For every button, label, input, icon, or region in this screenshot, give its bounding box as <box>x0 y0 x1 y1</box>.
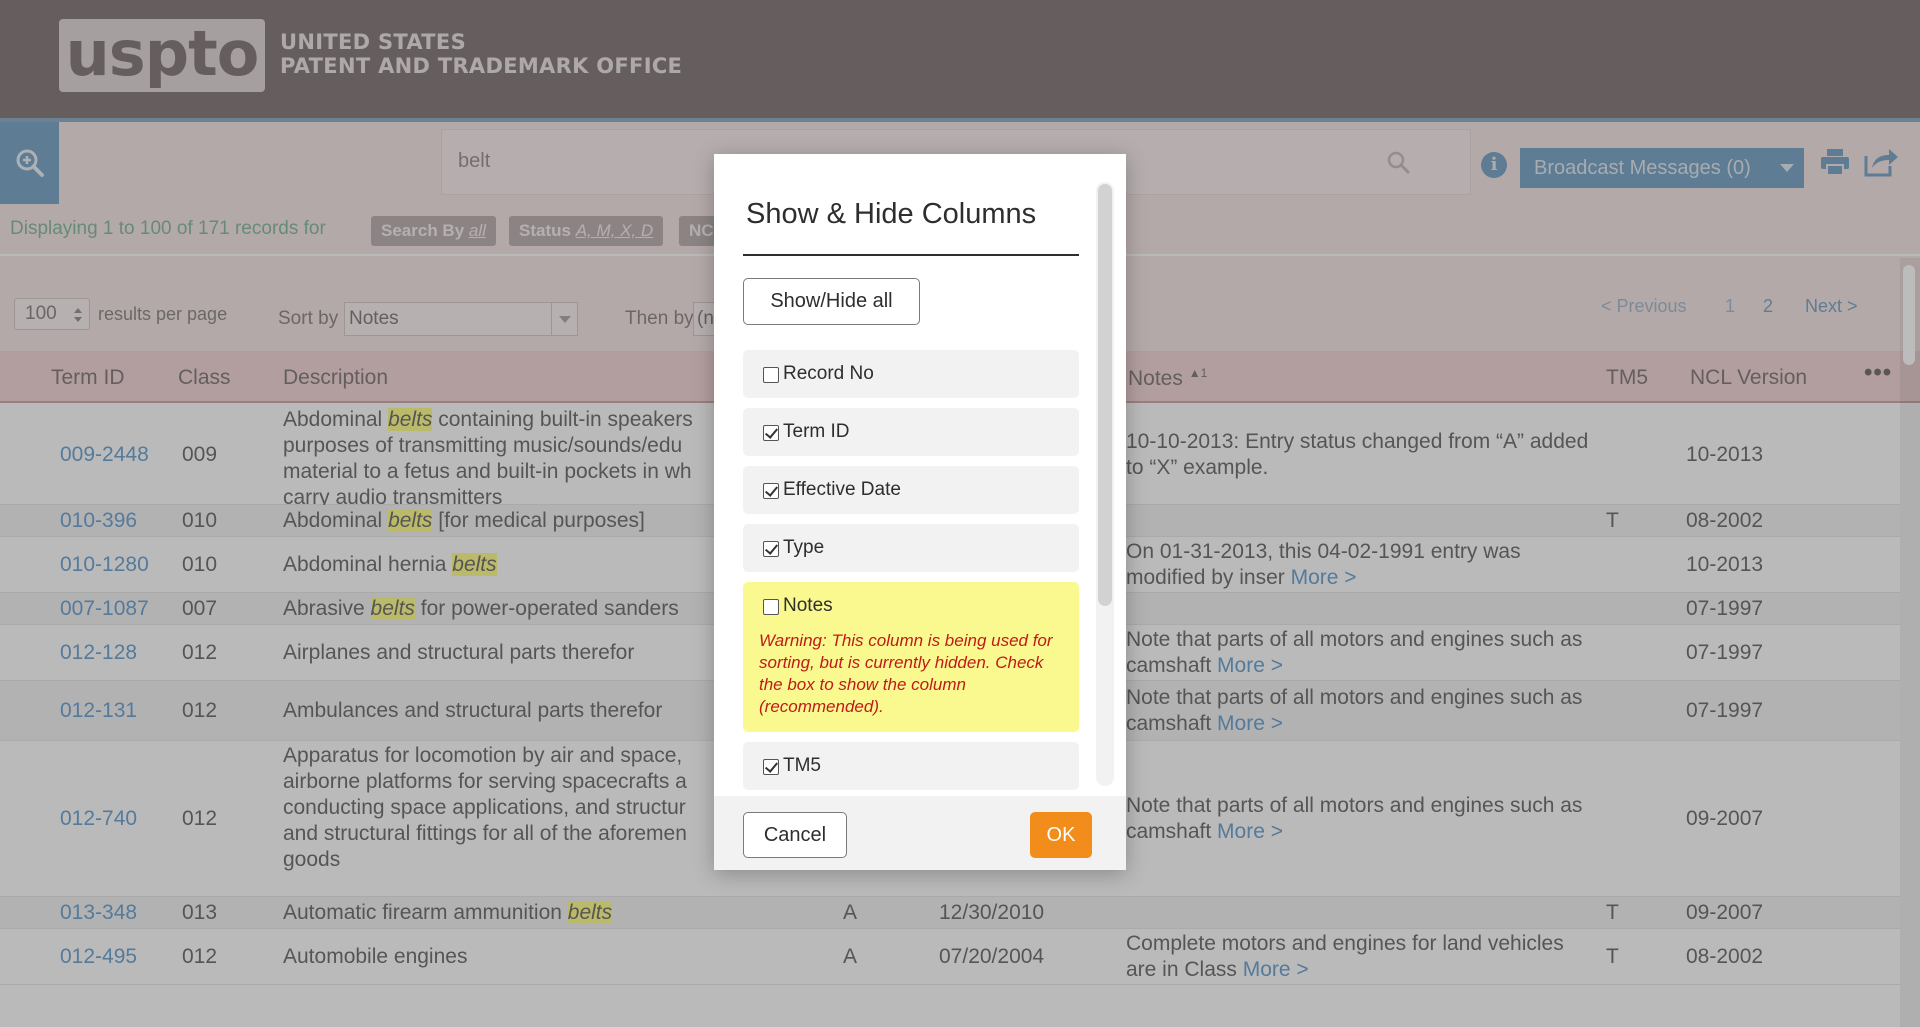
column-option-notes[interactable]: Notes Warning: This column is being used… <box>743 582 1079 732</box>
dialog-footer: Cancel OK <box>714 796 1126 870</box>
cancel-button[interactable]: Cancel <box>743 812 847 858</box>
checkbox[interactable] <box>763 759 779 775</box>
ok-button[interactable]: OK <box>1030 812 1092 858</box>
column-option-label: Notes <box>783 595 833 616</box>
checkbox[interactable] <box>763 425 779 441</box>
show-hide-all-button[interactable]: Show/Hide all <box>743 278 920 325</box>
column-option-label: Term ID <box>783 421 850 442</box>
dialog-scrollbar-thumb[interactable] <box>1098 184 1112 606</box>
checkbox[interactable] <box>763 367 779 383</box>
column-option-record-no[interactable]: Record No <box>743 350 1079 398</box>
column-option-label: Record No <box>783 363 874 384</box>
column-option-term-id[interactable]: Term ID <box>743 408 1079 456</box>
dialog-title: Show & Hide Columns <box>746 198 1037 230</box>
checkbox[interactable] <box>763 483 779 499</box>
title-divider <box>743 254 1079 256</box>
column-option-label: Effective Date <box>783 479 901 500</box>
checkbox[interactable] <box>763 541 779 557</box>
page-scrollbar-thumb[interactable] <box>1903 265 1915 365</box>
sorting-warning-text: Warning: This column is being used for s… <box>759 631 1053 716</box>
page-scrollbar-track[interactable] <box>1900 258 1920 1027</box>
show-hide-columns-dialog: Show & Hide Columns Show/Hide all Record… <box>714 154 1126 870</box>
column-option-tm5[interactable]: TM5 <box>743 742 1079 790</box>
column-option-type[interactable]: Type <box>743 524 1079 572</box>
column-option-effective-date[interactable]: Effective Date <box>743 466 1079 514</box>
column-option-label: Type <box>783 537 825 558</box>
checkbox[interactable] <box>763 599 779 615</box>
column-option-label: TM5 <box>783 755 821 776</box>
